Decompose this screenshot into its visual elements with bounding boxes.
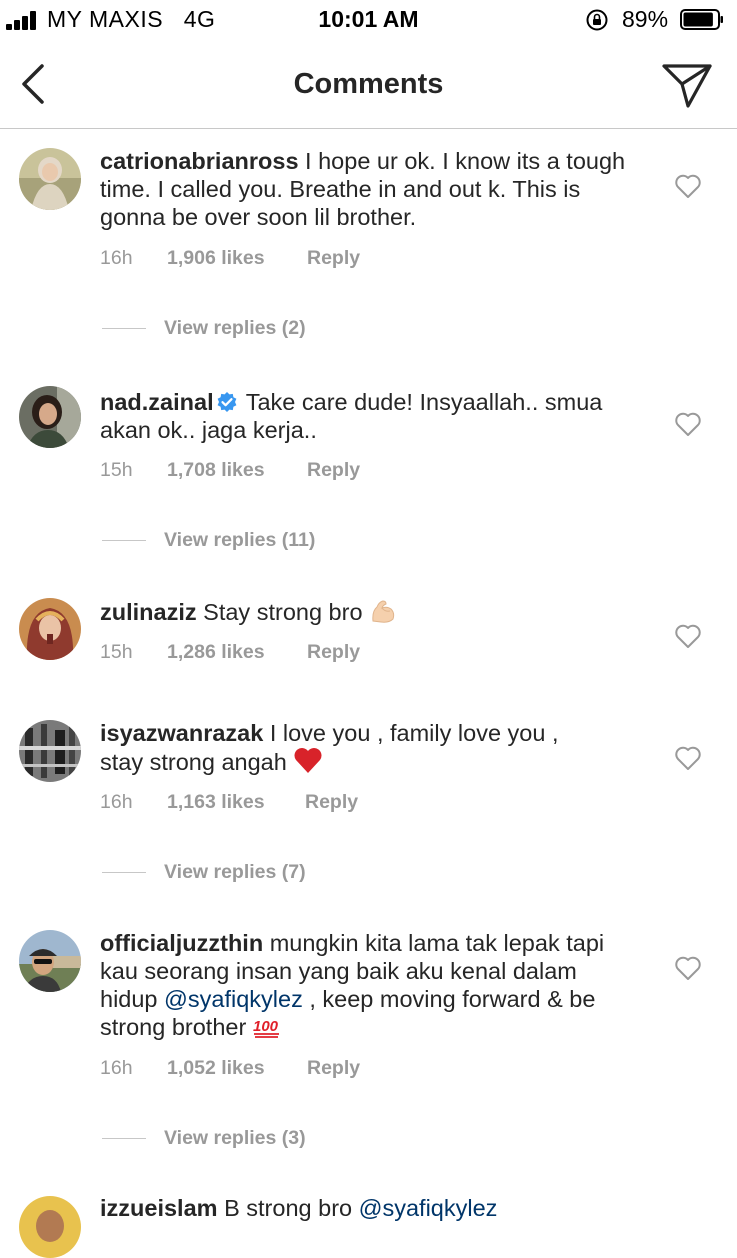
divider (102, 872, 146, 873)
comment-likes[interactable]: 1,052 likes (167, 1057, 265, 1080)
comment-username[interactable]: isyazwanrazak (100, 720, 263, 746)
page-title: Comments (293, 68, 444, 100)
battery-icon (680, 9, 723, 30)
comment-username[interactable]: izzueislam (100, 1195, 218, 1221)
like-heart-icon[interactable] (674, 745, 702, 771)
comment-likes[interactable]: 1,286 likes (167, 641, 265, 664)
like-heart-icon[interactable] (674, 173, 702, 199)
reply-button[interactable]: Reply (307, 1057, 360, 1080)
like-heart-icon[interactable] (674, 623, 702, 649)
user-mention-link[interactable]: @syafiqkylez (359, 1195, 498, 1221)
comment-time: 15h (100, 459, 133, 481)
divider (102, 328, 146, 329)
avatar[interactable] (19, 930, 81, 992)
comment-username[interactable]: catrionabrianross (100, 148, 299, 174)
divider (102, 1138, 146, 1139)
comment-username[interactable]: officialjuzzthin (100, 930, 263, 956)
like-heart-icon[interactable] (674, 955, 702, 981)
reply-button[interactable]: Reply (307, 641, 360, 664)
comment-body: zulinaziz Stay strong bro (100, 597, 630, 626)
rotation-lock-icon (586, 9, 608, 31)
comment-text: I love you , family love you , (269, 720, 559, 746)
battery-percentage: 89% (622, 6, 669, 32)
flexed-biceps-emoji (371, 600, 394, 623)
comment-likes[interactable]: 1,906 likes (167, 247, 265, 270)
comment-username[interactable]: zulinaziz (100, 599, 197, 625)
paper-plane-icon[interactable] (660, 60, 714, 110)
comment-text: B strong bro (224, 1195, 353, 1221)
view-replies-label: View replies (2) (164, 317, 306, 339)
comment-time: 16h (100, 1057, 133, 1079)
comment-body: catrionabrianross I hope ur ok. I know i… (100, 147, 630, 231)
comment-body: nad.zainal Take care dude! Insyaallah.. … (100, 388, 630, 444)
svg-text:100: 100 (253, 1018, 279, 1035)
comment-time: 16h (100, 247, 133, 269)
reply-button[interactable]: Reply (307, 247, 360, 270)
view-replies-label: View replies (7) (164, 861, 306, 883)
avatar[interactable] (19, 386, 81, 448)
view-replies-label: View replies (3) (164, 1127, 306, 1149)
comment-text-continued: stay strong angah (100, 749, 287, 775)
like-heart-icon[interactable] (674, 411, 702, 437)
hundred-points-emoji: 100 (253, 1018, 280, 1038)
status-bar: MY MAXIS 4G 10:01 AM 89% (0, 0, 737, 40)
comment-likes[interactable]: 1,708 likes (167, 459, 265, 482)
comment-body: izzueislam B strong bro @syafiqkylez (100, 1194, 630, 1222)
avatar[interactable] (19, 148, 81, 210)
avatar[interactable] (19, 598, 81, 660)
red-heart-emoji (294, 748, 322, 773)
reply-button[interactable]: Reply (305, 791, 358, 814)
nav-bar: Comments (0, 40, 737, 129)
view-replies-label: View replies (11) (164, 529, 316, 551)
avatar[interactable] (19, 720, 81, 782)
verified-badge-icon (217, 392, 237, 412)
comment-time: 15h (100, 641, 133, 663)
avatar[interactable] (19, 1196, 81, 1258)
comment-time: 16h (100, 791, 133, 813)
reply-button[interactable]: Reply (307, 459, 360, 482)
comment-text: Stay strong bro (203, 599, 363, 625)
comment-body: officialjuzzthin mungkin kita lama tak l… (100, 929, 630, 1041)
divider (102, 540, 146, 541)
comment-username[interactable]: nad.zainal (100, 389, 214, 415)
comment-body: isyazwanrazak I love you , family love y… (100, 719, 630, 776)
user-mention-link[interactable]: @syafiqkylez (164, 986, 303, 1012)
comment-likes[interactable]: 1,163 likes (167, 791, 265, 814)
